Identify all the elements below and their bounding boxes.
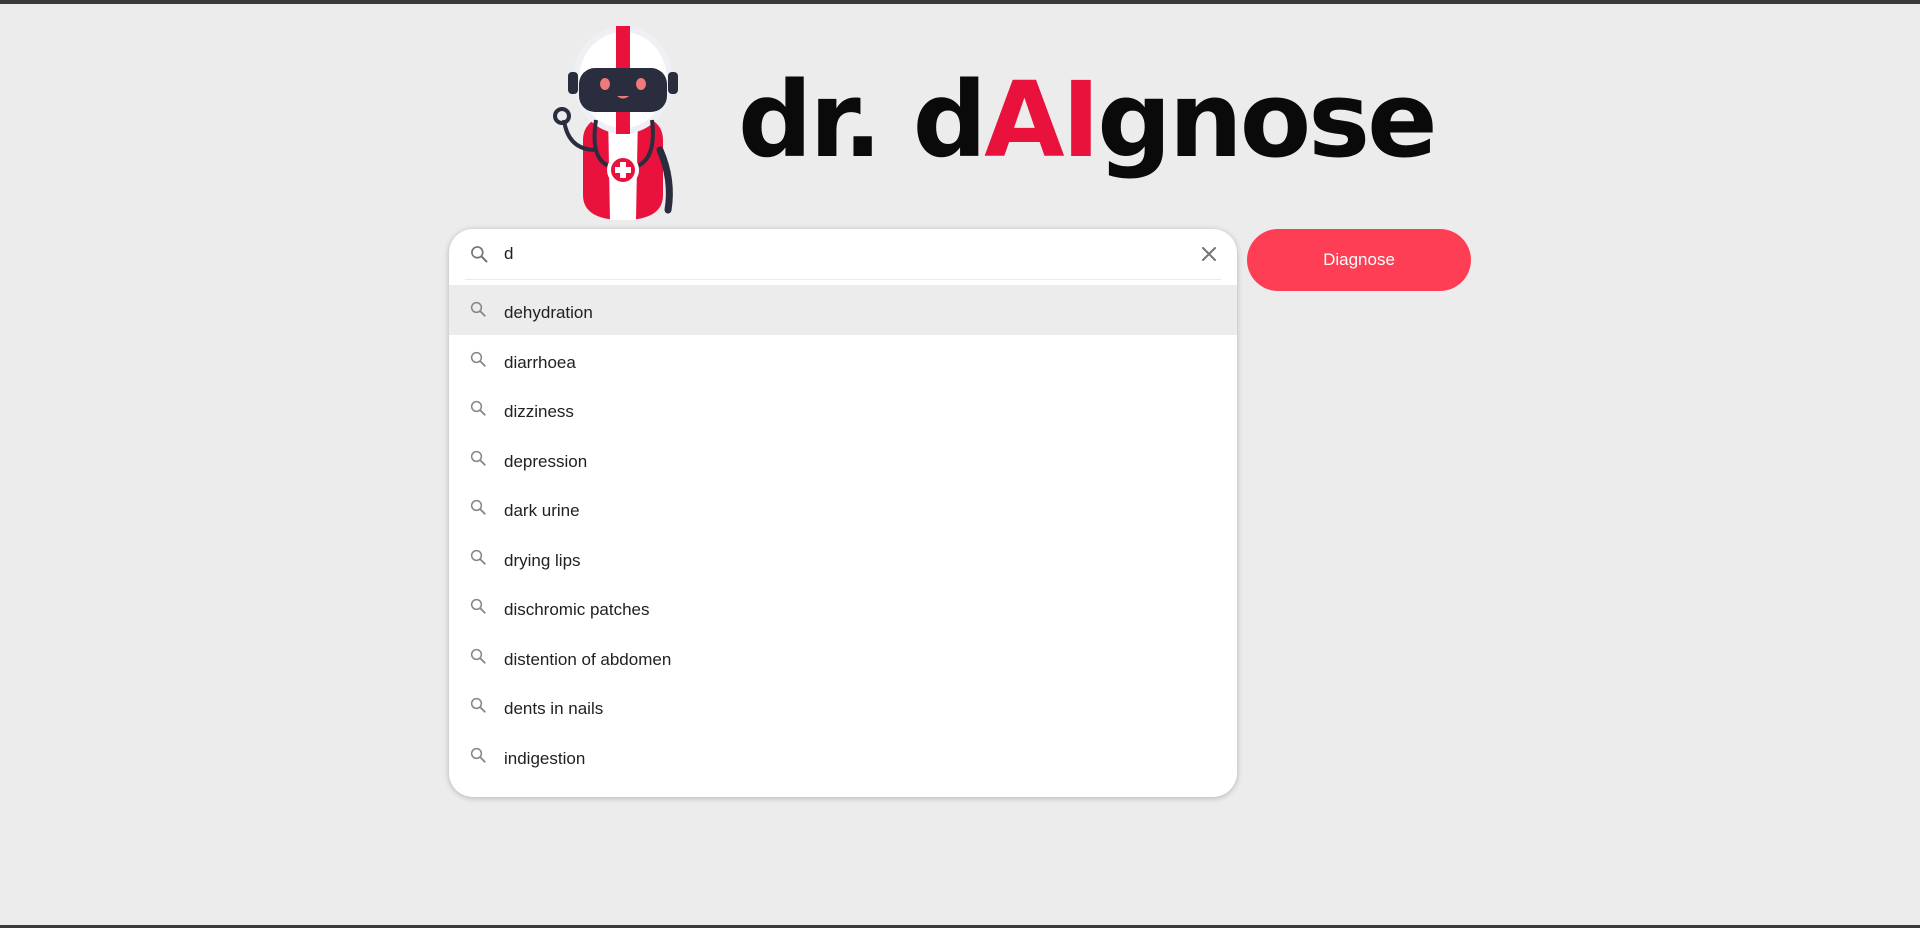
search-icon xyxy=(470,697,486,713)
diagnose-button[interactable]: Diagnose xyxy=(1247,229,1471,291)
window-top-border xyxy=(0,0,1920,4)
suggestion-label: dehydration xyxy=(504,303,593,322)
robot-doctor-logo xyxy=(548,20,698,220)
brand-prefix: dr. d xyxy=(738,59,987,181)
suggestion-item[interactable]: diarrhoea xyxy=(449,335,1237,385)
suggestion-label: diarrhoea xyxy=(504,352,576,372)
app-title: dr. dAIgnose xyxy=(738,59,1438,181)
suggestion-label: dents in nails xyxy=(504,699,604,718)
search-divider xyxy=(465,279,1221,280)
suggestion-label: depression xyxy=(504,451,588,471)
suggestion-label: dark urine xyxy=(504,501,580,520)
search-icon xyxy=(470,450,486,466)
suggestion-item[interactable]: distention of abdomen xyxy=(449,632,1237,682)
suggestion-item[interactable]: dizziness xyxy=(449,384,1237,434)
suggestion-item[interactable]: dischromic patches xyxy=(449,582,1237,632)
brand-ai: AI xyxy=(984,59,1100,181)
search-icon xyxy=(470,499,486,515)
search-icon xyxy=(470,549,486,565)
suggestion-item[interactable]: dents in nails xyxy=(449,681,1237,731)
search-icon xyxy=(470,400,486,416)
suggestion-item[interactable]: drying lips xyxy=(449,533,1237,583)
suggestion-item[interactable]: indigestion xyxy=(449,731,1237,781)
search-icon xyxy=(470,648,486,664)
suggestion-label: dizziness xyxy=(504,402,574,421)
search-icon xyxy=(470,598,486,614)
search-icon xyxy=(471,246,488,263)
suggestion-item[interactable]: dark urine xyxy=(449,483,1237,533)
close-icon[interactable] xyxy=(1197,242,1221,266)
suggestion-label: indigestion xyxy=(504,748,586,768)
search-input[interactable] xyxy=(504,239,1154,269)
suggestion-item[interactable]: depression xyxy=(449,434,1237,484)
search-icon xyxy=(470,351,486,367)
suggestion-label: drying lips xyxy=(504,550,581,570)
search-icon xyxy=(470,747,486,763)
suggestion-label: distention of abdomen xyxy=(504,649,672,669)
suggestion-label: dischromic patches xyxy=(504,600,650,619)
brand-suffix: gnose xyxy=(1097,59,1437,181)
search-row xyxy=(449,229,1237,279)
suggestion-item[interactable]: dehydration xyxy=(449,285,1237,335)
suggestion-list: dehydration diarrhoea dizziness depressi… xyxy=(449,285,1237,780)
search-box: dehydration diarrhoea dizziness depressi… xyxy=(449,229,1237,797)
robot-doctor-icon xyxy=(553,26,678,220)
search-icon xyxy=(470,301,486,317)
